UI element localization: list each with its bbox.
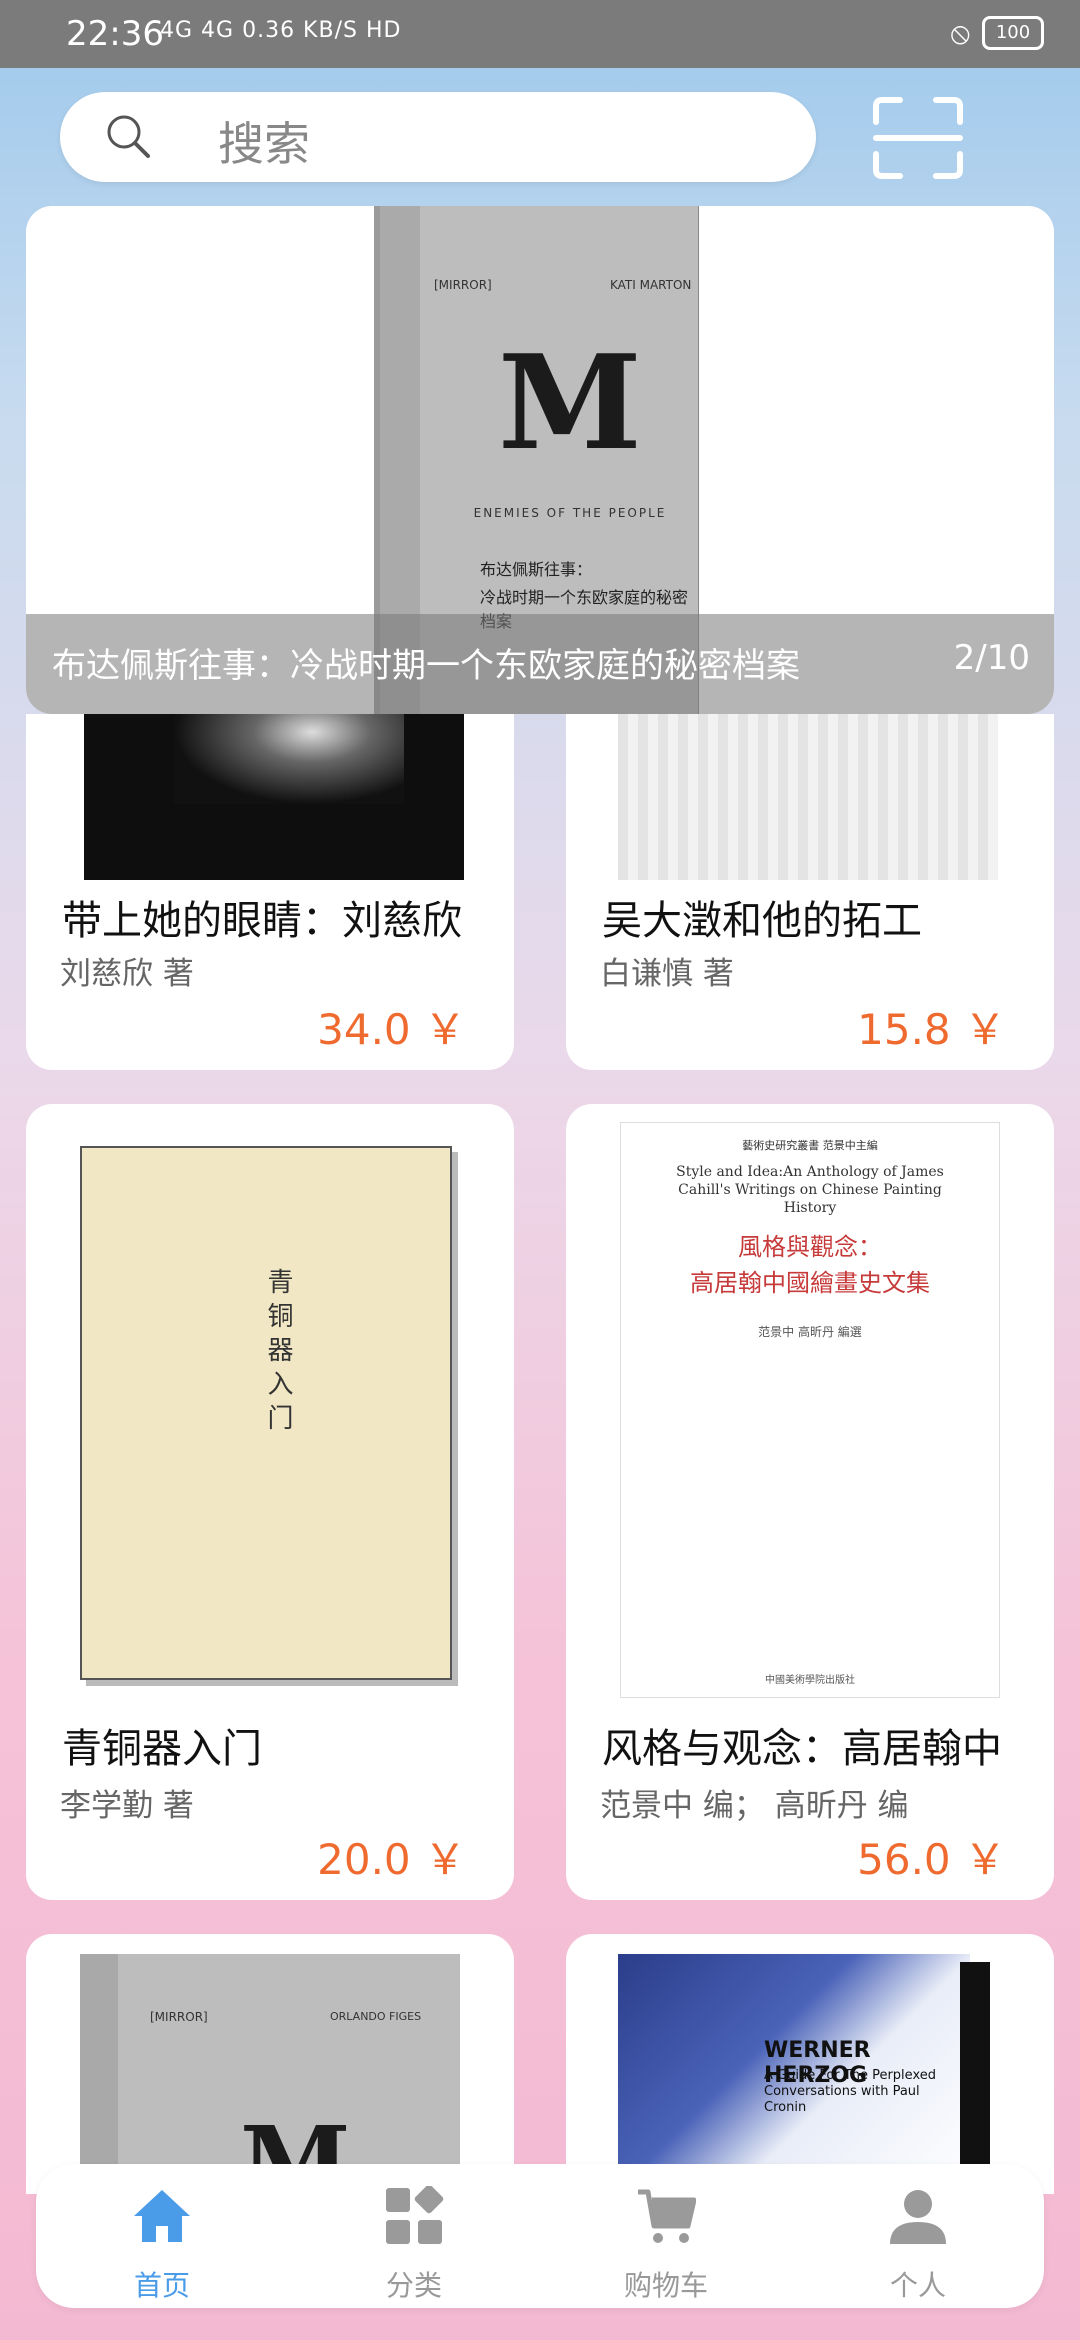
cover-author: ORLANDO FIGES	[330, 2010, 422, 2023]
tab-cart[interactable]: 购物车	[540, 2164, 792, 2308]
book-title: 带上她的眼睛：刘慈欣	[62, 898, 462, 944]
tab-home[interactable]: 首页	[36, 2164, 288, 2308]
book-card[interactable]: WERNER HERZOG A Guide For The Perplexed …	[566, 1934, 1054, 2194]
search-icon	[107, 115, 150, 158]
cover-english-title: Style and Idea:An Anthology of James Cah…	[676, 1164, 944, 1216]
cover-tagline: ENEMIES OF THE PEOPLE	[473, 506, 667, 520]
book-cover	[618, 714, 998, 880]
book-cover: [MIRROR] ORLANDO FIGES M	[80, 1954, 460, 2194]
category-icon	[386, 2186, 444, 2244]
banner-caption: 布达佩斯往事：冷战时期一个东欧家庭的秘密档案 2/10	[26, 614, 1054, 714]
cover-editors: 范景中 高昕丹 編選	[758, 1325, 862, 1339]
status-network: 4G 4G 0.36 KB/S HD	[160, 18, 402, 43]
book-cover: 藝術史研究叢書 范景中主編 Style and Idea:An Antholog…	[620, 1122, 1000, 1698]
tab-label: 分类	[385, 2269, 442, 2302]
book-author: 刘慈欣 著	[60, 956, 194, 992]
banner-carousel[interactable]: KATI MARTON [MIRROR] M ENEMIES OF THE PE…	[26, 206, 1054, 714]
search-input[interactable]: 搜索	[218, 108, 310, 174]
book-cover	[84, 714, 464, 880]
cover-series: [MIRROR]	[434, 278, 492, 292]
tab-label: 首页	[133, 2269, 190, 2302]
tab-category[interactable]: 分类	[288, 2164, 540, 2308]
banner-caption-text: 布达佩斯往事：冷战时期一个东欧家庭的秘密档案	[52, 646, 800, 686]
cover-title: 青铜器入门	[263, 1268, 293, 1438]
book-author: 李学勤 著	[60, 1788, 194, 1824]
book-card[interactable]: 藝術史研究叢書 范景中主編 Style and Idea:An Antholog…	[566, 1104, 1054, 1900]
cover-series: 藝術史研究叢書 范景中主編	[742, 1139, 878, 1152]
book-spine	[80, 1954, 118, 2194]
cover-cn-title-2: 高居翰中國繪畫史文集	[690, 1269, 930, 1297]
vibrate-off-icon: ⦸	[950, 16, 970, 51]
cart-icon	[638, 2189, 696, 2243]
cover-cn-title-1: 風格與觀念：	[738, 1233, 882, 1261]
book-price: 15.8 ￥	[857, 1005, 1006, 1054]
book-card[interactable]: 吴大澂和他的拓工 白谦慎 著 15.8 ￥	[566, 714, 1054, 1070]
cover-series: [MIRROR]	[150, 2010, 208, 2024]
book-card[interactable]: [MIRROR] ORLANDO FIGES M	[26, 1934, 514, 2194]
scan-icon[interactable]	[872, 96, 964, 180]
book-title: 青铜器入门	[62, 1726, 262, 1772]
tab-label: 个人	[889, 2269, 946, 2302]
book-price: 20.0 ￥	[317, 1835, 466, 1884]
search-bar[interactable]: 搜索	[60, 92, 816, 182]
cover-subtitle: A Guide For The Perplexed Conversations …	[764, 2068, 936, 2115]
book-price: 34.0 ￥	[317, 1005, 466, 1054]
tab-profile[interactable]: 个人	[792, 2164, 1044, 2308]
tab-label: 购物车	[623, 2269, 708, 2302]
home-icon	[134, 2190, 190, 2242]
book-cover: WERNER HERZOG A Guide For The Perplexed …	[618, 1954, 990, 2194]
cover-letter: M	[498, 326, 642, 479]
book-card[interactable]: 带上她的眼睛：刘慈欣 刘慈欣 著 34.0 ￥	[26, 714, 514, 1070]
book-price: 56.0 ￥	[857, 1835, 1006, 1884]
book-title: 风格与观念：高居翰中	[602, 1726, 1002, 1772]
book-author: 范景中 编； 高昕丹 编	[600, 1788, 909, 1824]
book-author: 白谦慎 著	[600, 956, 734, 992]
book-cover: 青铜器入门	[80, 1146, 452, 1680]
person-icon	[890, 2190, 946, 2244]
cover-title-line1: 布达佩斯往事：	[480, 560, 593, 579]
banner-counter: 2/10	[953, 638, 1030, 678]
cover-publisher: 中國美術學院出版社	[765, 1675, 855, 1686]
bottom-navigation: 首页 分类 购物车 个人	[36, 2164, 1044, 2308]
status-time: 22:36	[66, 14, 164, 54]
status-bar: 22:36 4G 4G 0.36 KB/S HD ⦸ 100	[0, 0, 1080, 68]
book-card[interactable]: 青铜器入门 青铜器入门 李学勤 著 20.0 ￥	[26, 1104, 514, 1900]
battery-icon: 100	[982, 16, 1044, 50]
cover-author: KATI MARTON	[610, 278, 692, 292]
book-title: 吴大澂和他的拓工	[602, 898, 922, 944]
